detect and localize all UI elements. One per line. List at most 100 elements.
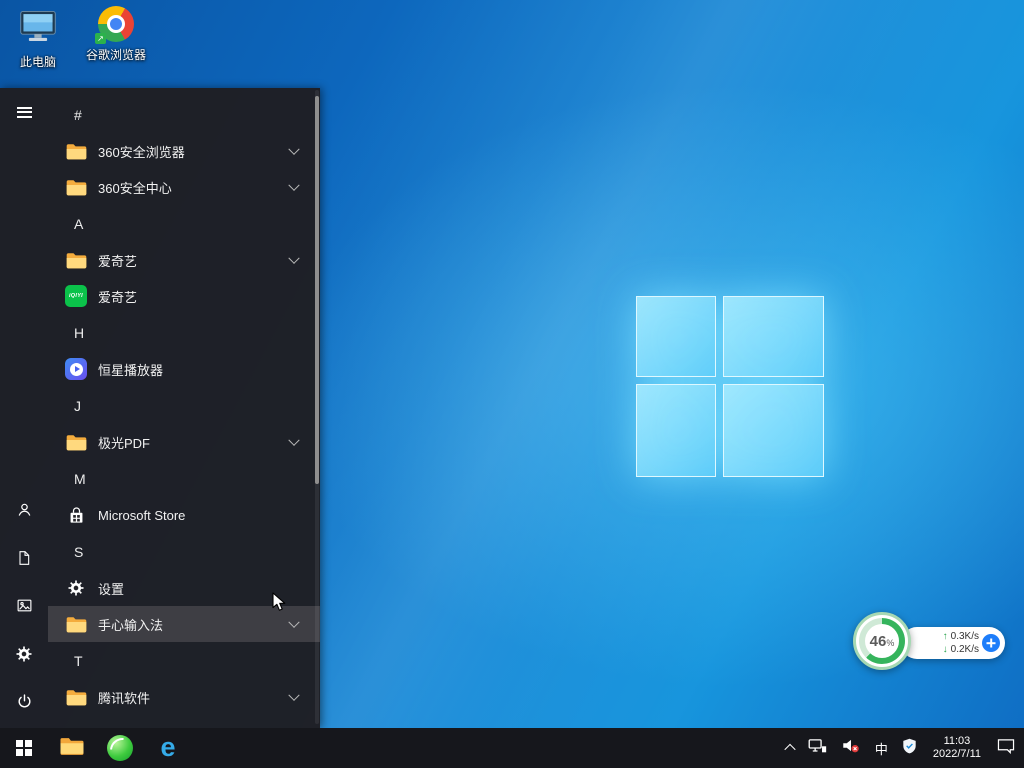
desktop-screen: 此电脑 ↗ 谷歌浏览器 #360安全浏览器360安全中心A爱奇艺iQIYI爱奇艺… <box>0 0 1024 768</box>
rail-power-button[interactable] <box>0 680 48 728</box>
start-menu-item[interactable]: 设置 <box>48 570 320 606</box>
clock-date: 2022/7/11 <box>933 748 981 761</box>
windows-logo-pane <box>636 296 716 377</box>
folder-icon <box>64 430 88 454</box>
chevron-down-icon[interactable] <box>288 435 299 446</box>
this-pc-icon <box>18 8 58 49</box>
chevron-down-icon[interactable] <box>288 253 299 264</box>
ime-indicator[interactable]: 中 <box>868 728 895 768</box>
green-browser-icon <box>107 735 133 761</box>
rail-account-button[interactable] <box>0 488 48 536</box>
download-speed-value: 0.2K/s <box>951 644 979 656</box>
volume-muted-icon <box>841 737 861 759</box>
desktop-icon-this-pc[interactable]: 此电脑 <box>6 8 70 70</box>
app-list-letter[interactable]: J <box>48 387 320 424</box>
gear-icon <box>64 576 88 600</box>
start-menu-item[interactable]: 腾讯软件 <box>48 679 320 715</box>
app-list-letter[interactable]: H <box>48 314 320 351</box>
folder-icon <box>64 248 88 272</box>
app-label: 腾讯软件 <box>98 688 150 707</box>
usage-percent-value: 46 <box>870 633 887 650</box>
rail-bottom <box>0 488 48 728</box>
menu-icon <box>17 104 32 120</box>
usage-ring: 46 % <box>859 618 905 664</box>
start-button[interactable] <box>0 728 48 768</box>
upload-speed-row: ↑ 0.3K/s <box>913 631 979 643</box>
folder-icon <box>64 139 88 163</box>
chevron-down-icon[interactable] <box>288 617 299 628</box>
upload-speed-value: 0.3K/s <box>951 631 979 643</box>
rail-settings-button[interactable] <box>0 632 48 680</box>
app-list-letter[interactable]: W <box>48 715 320 728</box>
start-menu-item[interactable]: 爱奇艺 <box>48 242 320 278</box>
app-list-letter[interactable]: # <box>48 96 320 133</box>
chevron-up-icon <box>784 744 795 755</box>
settings-icon <box>15 645 33 668</box>
chevron-down-icon[interactable] <box>288 690 299 701</box>
speed-rows: ↑ 0.3K/s ↓ 0.2K/s <box>913 631 979 656</box>
start-menu-scrollbar-thumb[interactable] <box>315 96 319 484</box>
folder-icon <box>64 175 88 199</box>
file-explorer-icon <box>59 735 85 762</box>
shortcut-arrow-icon: ↗ <box>95 33 106 44</box>
start-menu-item[interactable]: 手心输入法 <box>48 606 320 642</box>
rail-pictures-button[interactable] <box>0 584 48 632</box>
account-icon <box>16 501 33 523</box>
windows-logo-pane <box>636 384 716 477</box>
iqiyi-icon: iQIYI <box>64 284 88 308</box>
system-tray: 中 11:03 2022/7/11 <box>779 728 1024 768</box>
start-menu-rail <box>0 88 48 728</box>
start-menu-item[interactable]: 极光PDF <box>48 424 320 460</box>
start-menu-item[interactable]: Microsoft Store <box>48 497 320 533</box>
add-button[interactable] <box>982 634 1000 652</box>
chevron-down-icon[interactable] <box>288 144 299 155</box>
edge-icon: e <box>160 734 175 761</box>
tray-expand-button[interactable] <box>779 728 801 768</box>
app-label: 手心输入法 <box>98 615 163 634</box>
network-speed-panel: ↑ 0.3K/s ↓ 0.2K/s <box>901 627 1005 659</box>
start-menu-item[interactable]: 恒星播放器 <box>48 351 320 387</box>
start-menu-item[interactable]: 360安全浏览器 <box>48 133 320 169</box>
action-center-button[interactable] <box>990 728 1022 768</box>
clock[interactable]: 11:03 2022/7/11 <box>924 728 990 768</box>
browser-360-button[interactable] <box>96 728 144 768</box>
desktop-icon-label: 此电脑 <box>20 53 56 70</box>
app-list-letter[interactable]: T <box>48 642 320 679</box>
app-label: 360安全中心 <box>98 178 172 197</box>
app-list-letter[interactable]: S <box>48 533 320 570</box>
volume-tray-button[interactable] <box>834 728 868 768</box>
app-label: 爱奇艺 <box>98 287 137 306</box>
store-icon <box>64 503 88 527</box>
player-icon <box>64 357 88 381</box>
security-tray-button[interactable] <box>895 728 924 768</box>
start-menu: #360安全浏览器360安全中心A爱奇艺iQIYI爱奇艺H恒星播放器J极光PDF… <box>0 88 320 728</box>
folder-icon <box>64 612 88 636</box>
desktop-icon-chrome[interactable]: ↗ 谷歌浏览器 <box>84 6 148 63</box>
power-icon <box>16 693 33 715</box>
documents-icon <box>16 550 32 571</box>
usage-core: 46 % <box>865 624 899 658</box>
rail-top <box>0 88 48 136</box>
start-menu-item[interactable]: 360安全中心 <box>48 169 320 205</box>
app-list-letter[interactable]: A <box>48 205 320 242</box>
rail-menu-button[interactable] <box>0 88 48 136</box>
windows-logo-pane <box>723 384 824 477</box>
download-speed-row: ↓ 0.2K/s <box>913 644 979 656</box>
rail-documents-button[interactable] <box>0 536 48 584</box>
start-menu-item[interactable]: iQIYI 爱奇艺 <box>48 278 320 314</box>
pictures-icon <box>16 597 33 619</box>
shield-check-icon <box>902 738 917 759</box>
network-tray-button[interactable] <box>801 728 834 768</box>
file-explorer-button[interactable] <box>48 728 96 768</box>
windows-logo <box>636 296 824 477</box>
app-list-letter[interactable]: M <box>48 460 320 497</box>
chevron-down-icon[interactable] <box>288 180 299 191</box>
speed-widget: ↑ 0.3K/s ↓ 0.2K/s 46 % <box>853 612 1005 672</box>
usage-percent-unit: % <box>886 638 894 648</box>
app-label: Microsoft Store <box>98 508 185 523</box>
edge-button[interactable]: e <box>144 728 192 768</box>
arrow-down-icon: ↓ <box>943 645 948 655</box>
notification-icon <box>997 738 1015 759</box>
memory-usage-ball[interactable]: 46 % <box>853 612 911 670</box>
desktop-icon-label: 谷歌浏览器 <box>86 46 146 63</box>
